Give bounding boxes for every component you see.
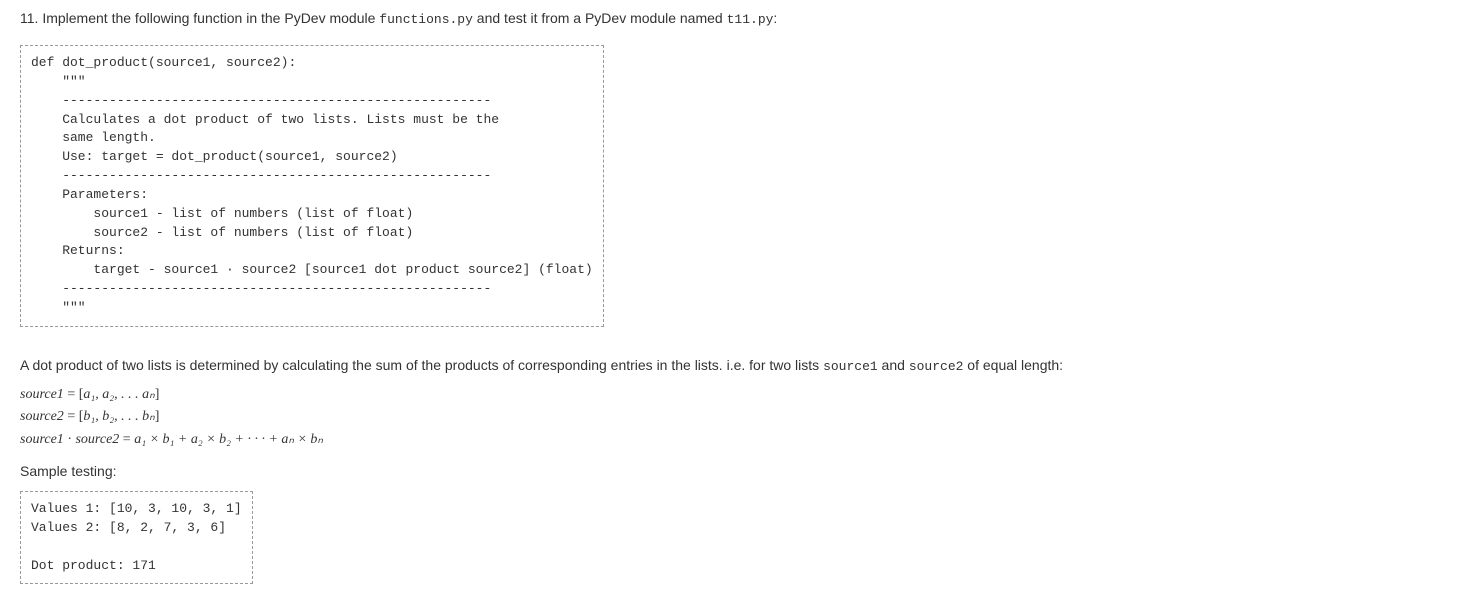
question-number: 11. <box>20 10 38 26</box>
function-docstring-code: def dot_product(source1, source2): """ -… <box>20 45 604 327</box>
math-br1c: ] <box>155 387 160 402</box>
math-br2c: ] <box>155 409 160 424</box>
math-eq2: = <box>64 409 79 424</box>
math-eq1: = <box>64 387 79 402</box>
explain-mid: and <box>878 357 909 373</box>
explain-source2: source2 <box>909 359 964 374</box>
sample-testing-label: Sample testing: <box>20 463 1439 479</box>
explain-before: A dot product of two lists is determined… <box>20 357 823 373</box>
math-definitions: source1 = [a₁, a₂, . . . aₙ] source2 = [… <box>20 384 1439 451</box>
math-lhs3a: source1 <box>20 432 64 447</box>
explain-after: of equal length: <box>963 357 1063 373</box>
math-rhs3: a₁ × b₁ + a₂ × b₂ + · · · + aₙ × bₙ <box>134 432 323 447</box>
math-line-source2: source2 = [b₁, b₂, . . . bₙ] <box>20 406 1439 428</box>
question-intro: 11. Implement the following function in … <box>20 10 1439 27</box>
intro-part3: : <box>773 10 777 26</box>
math-eq3: = <box>119 432 134 447</box>
math-items2: b₁, b₂, . . . bₙ <box>83 409 154 424</box>
filename-t11: t11.py <box>727 12 774 27</box>
explanation-paragraph: A dot product of two lists is determined… <box>20 357 1439 374</box>
filename-functions: functions.py <box>379 12 473 27</box>
explain-source1: source1 <box>823 359 878 374</box>
math-lhs3b: source2 <box>75 432 119 447</box>
sample-output-block: Values 1: [10, 3, 10, 3, 1] Values 2: [8… <box>20 491 253 584</box>
math-lhs1: source1 <box>20 387 64 402</box>
math-dot: · <box>64 432 76 447</box>
math-line-dotproduct: source1 · source2 = a₁ × b₁ + a₂ × b₂ + … <box>20 429 1439 451</box>
math-items1: a₁, a₂, . . . aₙ <box>83 387 154 402</box>
intro-part1: Implement the following function in the … <box>38 10 379 26</box>
intro-part2: and test it from a PyDev module named <box>473 10 727 26</box>
math-lhs2: source2 <box>20 409 64 424</box>
math-line-source1: source1 = [a₁, a₂, . . . aₙ] <box>20 384 1439 406</box>
